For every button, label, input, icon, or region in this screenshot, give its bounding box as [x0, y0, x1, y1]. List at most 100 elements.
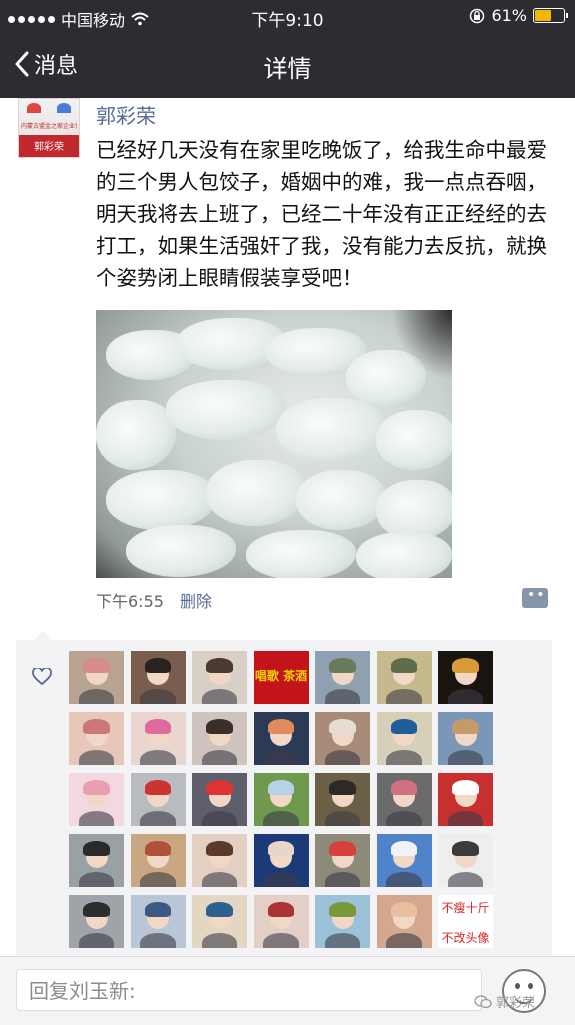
- liker-avatar[interactable]: [130, 712, 186, 765]
- liker-avatar[interactable]: [438, 651, 493, 704]
- liker-avatar[interactable]: [438, 773, 493, 826]
- avatar-figure: [263, 872, 299, 887]
- liker-avatar[interactable]: [69, 895, 124, 948]
- liker-avatar[interactable]: [253, 773, 309, 826]
- liker-avatar[interactable]: [376, 651, 432, 704]
- avatar-figure: [201, 933, 238, 948]
- author-avatar[interactable]: 内蒙古盟金之家企业协会 郭彩荣: [18, 98, 80, 158]
- avatar-figure: [386, 750, 422, 765]
- liker-avatar[interactable]: [376, 712, 432, 765]
- post-text: 已经好几天没有在家里吃晚饭了，给我生命中最爱的三个男人包饺子，婚姻中的难，我一点…: [96, 138, 547, 290]
- avatar-hair: [390, 719, 418, 735]
- back-label: 消息: [34, 54, 79, 79]
- avatar-figure: [447, 689, 484, 704]
- liker-avatar[interactable]: [253, 895, 309, 948]
- avatar-figure: [447, 750, 484, 765]
- avatar-caption: 不瘦十斤: [441, 901, 490, 915]
- avatar-hair: [267, 902, 295, 918]
- avatar-figure: [140, 689, 176, 704]
- liker-avatar[interactable]: [130, 773, 186, 826]
- avatar-figure: [78, 933, 115, 948]
- liker-avatar[interactable]: [130, 651, 186, 704]
- avatar-figure: [386, 689, 422, 704]
- dumpling: [166, 380, 286, 440]
- liker-avatar[interactable]: [192, 773, 247, 826]
- liker-avatar[interactable]: 唱歌 茶酒: [253, 651, 309, 704]
- liker-avatar[interactable]: [192, 895, 247, 948]
- avatar-hair: [83, 658, 110, 674]
- avatar-figure: [201, 750, 238, 765]
- back-button[interactable]: 消息: [14, 48, 78, 80]
- liker-avatar[interactable]: [130, 895, 186, 948]
- liker-avatar[interactable]: [192, 712, 247, 765]
- author-name[interactable]: 郭彩荣: [96, 100, 156, 129]
- liker-avatar[interactable]: [69, 651, 124, 704]
- liker-avatar[interactable]: [192, 834, 247, 887]
- post-time: 下午6:55: [96, 592, 164, 611]
- liker-avatar[interactable]: [192, 651, 247, 704]
- avatar-figure: [78, 750, 115, 765]
- avatar-hair: [267, 780, 295, 796]
- comment-button[interactable]: [522, 587, 548, 608]
- likes-panel: 唱歌 茶酒不瘦十斤不改头像: [16, 631, 552, 956]
- avatar-figure: [140, 872, 176, 887]
- avatar-hair: [206, 719, 233, 735]
- liker-avatar[interactable]: [438, 834, 493, 887]
- chevron-left-icon: [15, 51, 29, 77]
- liker-avatar[interactable]: [315, 712, 370, 765]
- liker-avatar[interactable]: [315, 895, 370, 948]
- post-photo[interactable]: [96, 310, 452, 578]
- liker-avatar[interactable]: [253, 712, 309, 765]
- liker-avatar[interactable]: [130, 834, 186, 887]
- liker-avatar[interactable]: [253, 834, 309, 887]
- avatar-caption: 不改头像: [441, 931, 490, 945]
- status-bar-right: 61%: [469, 6, 568, 25]
- dumpling: [106, 470, 216, 530]
- avatar-figure: [201, 872, 238, 887]
- avatar-hair: [452, 719, 479, 735]
- avatar-figure: [324, 750, 361, 765]
- liker-avatar[interactable]: [315, 773, 370, 826]
- liker-avatar[interactable]: [438, 712, 493, 765]
- reply-bar: 回复刘玉新:: [0, 956, 575, 1025]
- liker-avatar[interactable]: 不瘦十斤 不改头像: [438, 895, 493, 948]
- dumpling: [376, 410, 452, 470]
- wechat-logo-icon: [474, 994, 492, 1008]
- reply-input[interactable]: 回复刘玉新:: [16, 969, 482, 1011]
- status-bar: 中国移动 下午9:10 61%: [0, 0, 575, 32]
- avatar-caption: 郭彩荣: [34, 142, 64, 153]
- dumpling: [376, 480, 452, 540]
- avatar-figure: [201, 811, 238, 826]
- avatar-figure: [263, 750, 299, 765]
- liker-avatar[interactable]: [376, 773, 432, 826]
- avatar-figure: [78, 689, 115, 704]
- avatar-hair: [390, 780, 418, 796]
- avatar-org-text: 内蒙古盟金之家企业协会: [21, 123, 77, 130]
- avatar-hair: [206, 841, 233, 857]
- logo-mark-red: [27, 103, 41, 113]
- avatar-figure: [140, 933, 176, 948]
- dumpling: [96, 400, 176, 470]
- avatar-hair: [267, 841, 295, 857]
- liker-avatar[interactable]: [69, 834, 124, 887]
- liker-avatar[interactable]: [315, 651, 370, 704]
- avatar-hair: [144, 658, 172, 674]
- liker-avatar[interactable]: [376, 834, 432, 887]
- avatar-caption: 唱歌 茶酒: [254, 669, 308, 683]
- liker-avatar[interactable]: [69, 773, 124, 826]
- navigation-bar: 消息 详情: [0, 32, 575, 98]
- delete-link[interactable]: 删除: [180, 588, 212, 612]
- rotation-lock-icon: [470, 8, 485, 23]
- avatar-figure: [78, 872, 115, 887]
- liker-avatar[interactable]: [69, 712, 124, 765]
- liker-avatar[interactable]: [315, 834, 370, 887]
- logo-mark-blue: [57, 103, 71, 113]
- liker-avatar[interactable]: [376, 895, 432, 948]
- dumpling: [206, 460, 306, 526]
- heart-icon: [32, 668, 52, 686]
- avatar-figure: [201, 689, 238, 704]
- battery-icon: [533, 8, 568, 23]
- avatar-hair: [329, 658, 356, 674]
- avatar-hair: [267, 719, 295, 735]
- avatar-figure: [447, 811, 484, 826]
